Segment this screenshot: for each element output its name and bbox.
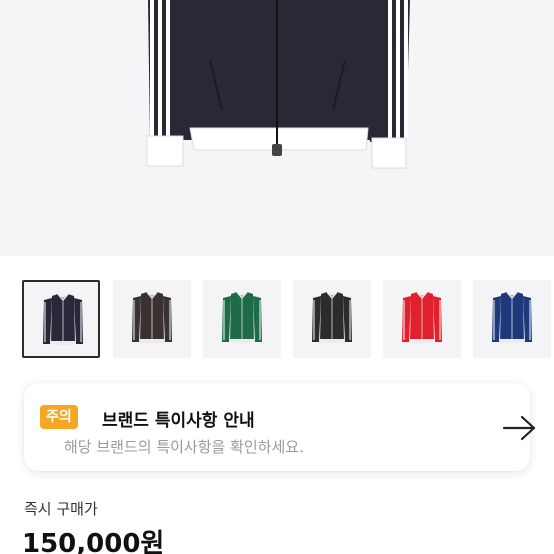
product-main-image[interactable] [0, 0, 554, 256]
warning-badge: 주의 [40, 405, 78, 429]
notice-description: 해당 브랜드의 특이사항을 확인하세요. [64, 438, 304, 456]
thumbnail-4[interactable] [383, 280, 461, 358]
notice-title: 브랜드 특이사항 안내 [102, 411, 255, 431]
thumbnail-jacket-5 [492, 291, 532, 343]
thumbnail-3[interactable] [293, 280, 371, 358]
thumbnail-0[interactable] [22, 280, 100, 358]
price-value: 150,000원 [22, 529, 165, 554]
jacket-illustration [146, 0, 410, 169]
thumbnail-jacket-3 [312, 291, 352, 343]
brand-notice-card[interactable]: 주의 브랜드 특이사항 안내 해당 브랜드의 특이사항을 확인하세요. [24, 383, 536, 471]
thumbnail-jacket-4 [402, 291, 442, 343]
price-label: 즉시 구매가 [24, 500, 98, 518]
arrow-right-icon[interactable] [500, 413, 540, 443]
thumbnail-2[interactable] [203, 280, 281, 358]
thumbnail-jacket-2 [222, 291, 262, 343]
thumbnail-jacket-1 [132, 291, 172, 343]
thumbnail-jacket-0 [43, 293, 83, 345]
thumbnail-strip [0, 280, 554, 364]
thumbnail-5[interactable] [473, 280, 551, 358]
thumbnail-1[interactable] [113, 280, 191, 358]
